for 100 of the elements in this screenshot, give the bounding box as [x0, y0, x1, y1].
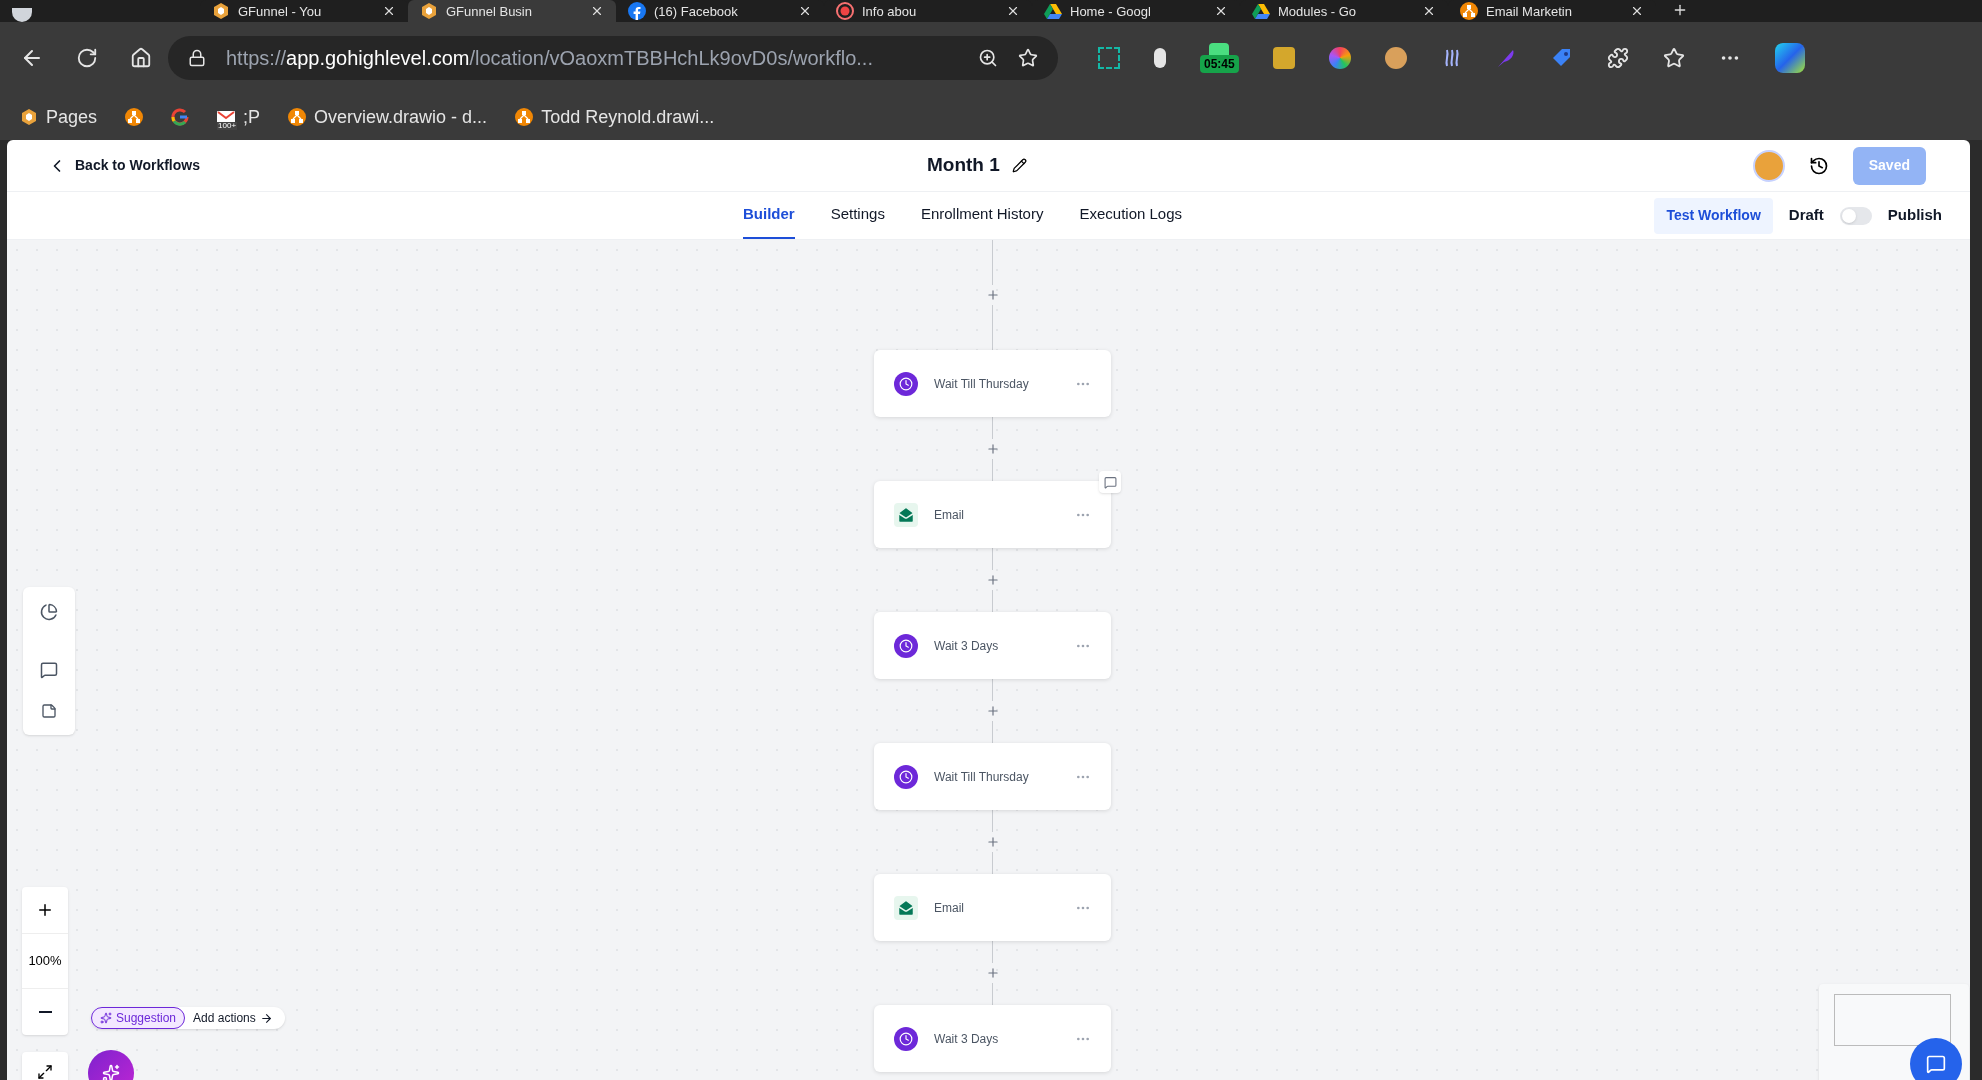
- google-logo-icon: [171, 108, 190, 126]
- browser-tab[interactable]: GFunnel Busin: [408, 0, 616, 22]
- plus-icon: [985, 966, 1000, 980]
- suggestion-badge[interactable]: Suggestion: [91, 1007, 186, 1029]
- favorite-icon[interactable]: [1018, 48, 1038, 68]
- triangle-logo-icon: [1252, 3, 1270, 19]
- plus-icon: [985, 288, 1000, 302]
- draft-label: Draft: [1788, 205, 1824, 226]
- workflow-step-card[interactable]: Email: [874, 481, 1111, 548]
- diagram-logo-icon: [288, 108, 307, 126]
- history-icon[interactable]: [1808, 155, 1829, 176]
- bookmark-item[interactable]: Overview.drawio - d...: [288, 103, 488, 131]
- step-label: Wait 3 Days: [934, 637, 1000, 655]
- recording-icon: [836, 2, 854, 20]
- zoom-icon[interactable]: [978, 48, 998, 68]
- step-label: Wait 3 Days: [934, 1030, 1000, 1048]
- tab-title: (16) Facebook: [654, 4, 739, 18]
- tab-title: Email Marketin: [1486, 4, 1573, 18]
- bookmark-item[interactable]: Todd Reynold.drawi...: [515, 103, 715, 131]
- profile-avatar-icon[interactable]: [12, 8, 32, 22]
- tab-title: GFunnel - You: [238, 4, 323, 18]
- back-link[interactable]: Back to Workflows: [47, 155, 200, 176]
- comment-icon: [1103, 475, 1117, 489]
- tab-title: Info abou: [862, 4, 918, 18]
- close-icon[interactable]: [590, 4, 604, 18]
- fit-view-button[interactable]: [22, 1052, 68, 1080]
- bookmark-item[interactable]: Pages: [20, 103, 98, 131]
- comment-button[interactable]: [1099, 471, 1121, 493]
- close-icon[interactable]: [382, 4, 396, 18]
- builder-tab[interactable]: Enrollment History: [920, 192, 1044, 239]
- facebook-icon: [628, 2, 646, 20]
- new-tab-icon[interactable]: [1672, 2, 1688, 18]
- step-label: Wait Till Thursday: [934, 768, 1030, 786]
- workflow-step-card[interactable]: Wait 3 Days: [874, 1005, 1111, 1072]
- publish-label: Publish: [1887, 205, 1942, 226]
- timer-badge: 05:45: [1200, 55, 1239, 73]
- plus-icon: [985, 704, 1000, 718]
- close-icon[interactable]: [1006, 4, 1020, 18]
- count-badge: 100+: [217, 121, 238, 130]
- step-label: Email: [934, 899, 965, 917]
- plus-icon: [985, 442, 1000, 456]
- bookmark-label: Todd Reynold.drawi...: [541, 105, 715, 129]
- note-icon[interactable]: [41, 703, 57, 719]
- zoom-level: 100%: [22, 933, 68, 989]
- close-icon[interactable]: [798, 4, 812, 18]
- expand-icon: [37, 1064, 53, 1080]
- step-label: Wait Till Thursday: [934, 375, 1030, 393]
- diagram-logo-icon: [1460, 2, 1478, 20]
- envelope-icon: [894, 502, 918, 527]
- tab-title: GFunnel Busin: [446, 4, 533, 18]
- publish-switch[interactable]: [1839, 206, 1872, 225]
- edit-icon[interactable]: [1011, 158, 1027, 173]
- bookmark-label: Overview.drawio - d...: [314, 105, 488, 129]
- tab-title: Modules - Go: [1278, 4, 1358, 18]
- plus-icon: [985, 573, 1000, 587]
- bookmark-item[interactable]: 100+ ;P: [217, 103, 261, 131]
- workflow-step-card[interactable]: Wait Till Thursday: [874, 743, 1111, 810]
- clock-icon: [894, 764, 918, 789]
- diagram-logo-icon: [125, 108, 144, 126]
- comment-icon[interactable]: [40, 661, 58, 679]
- close-icon[interactable]: [1214, 4, 1228, 18]
- url-text: https://app.gohighlevel.com/location/vOaoxmTBBHchLk9ovD0s/workflo...: [226, 46, 874, 71]
- chat-icon: [1926, 1054, 1946, 1074]
- sparkles-icon: [100, 1012, 112, 1024]
- bookmark-item[interactable]: [125, 108, 144, 126]
- step-label: Email: [934, 506, 965, 524]
- plus-icon: [985, 835, 1000, 849]
- clock-icon: [894, 371, 918, 396]
- triangle-logo-icon: [1044, 3, 1062, 19]
- clock-icon: [894, 633, 918, 658]
- workflow-title: Month 1: [927, 153, 1000, 178]
- bookmark-label: Pages: [46, 105, 98, 129]
- add-actions-button[interactable]: Add actions: [193, 1009, 273, 1027]
- home-icon[interactable]: [130, 47, 152, 69]
- builder-tab[interactable]: Execution Logs: [1079, 192, 1182, 239]
- workflow-step-card[interactable]: Wait Till Thursday: [874, 350, 1111, 417]
- timer-extension[interactable]: 05:45: [1200, 43, 1239, 73]
- envelope-icon: [894, 895, 918, 920]
- arrow-right-icon: [259, 1011, 273, 1025]
- close-icon[interactable]: [1630, 4, 1644, 18]
- bookmark-label: ;P: [243, 105, 261, 129]
- color-wheel-extension-icon[interactable]: [1328, 47, 1351, 69]
- clock-icon: [894, 1026, 918, 1051]
- lock-icon: [188, 49, 206, 67]
- plus-icon: [36, 901, 54, 919]
- favorites-list-icon[interactable]: [1662, 47, 1685, 69]
- reload-icon[interactable]: [76, 47, 98, 69]
- close-icon[interactable]: [1422, 4, 1436, 18]
- bookmark-item[interactable]: [171, 108, 190, 126]
- stats-icon[interactable]: [40, 603, 58, 621]
- workflow-step-card[interactable]: Wait 3 Days: [874, 612, 1111, 679]
- minus-icon: [38, 1011, 52, 1013]
- builder-tab[interactable]: Settings: [830, 192, 885, 239]
- test-workflow-button[interactable]: Test Workflow: [1654, 197, 1773, 234]
- extensions-icon[interactable]: [1606, 47, 1629, 69]
- diagram-logo-icon: [515, 108, 534, 126]
- sparkles-icon: [102, 1064, 120, 1080]
- address-field[interactable]: https://app.gohighlevel.com/location/vOaoxmTBBHchLk9ovD0s/workflo...: [168, 36, 1058, 80]
- tab-title: Home - Googl: [1070, 4, 1152, 18]
- workflow-step-card[interactable]: Email: [874, 874, 1111, 941]
